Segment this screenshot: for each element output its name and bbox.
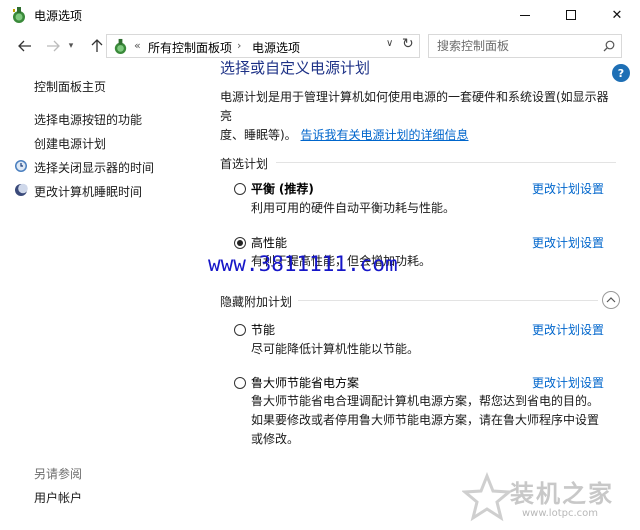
plan-radio-ludashi[interactable]: [234, 377, 246, 389]
sidebar-item-power-buttons[interactable]: 选择电源按钮的功能: [34, 111, 142, 128]
arrow-left-icon: [18, 40, 31, 52]
moon-icon: [15, 183, 28, 196]
plan-name-ludashi: 鲁大师节能省电方案: [251, 376, 360, 390]
address-bar[interactable]: « 所有控制面板项 › 电源选项 ∨ ↻: [106, 34, 420, 58]
refresh-icon[interactable]: ↻: [402, 36, 414, 52]
control-panel-icon: [114, 38, 127, 55]
sidebar-item-user-accounts[interactable]: 用户帐户: [34, 489, 82, 506]
plan-name-high-performance: 高性能: [251, 236, 288, 250]
maximize-icon: [566, 10, 576, 20]
page-title: 选择或自定义电源计划: [220, 59, 371, 77]
plan-name-power-saver: 节能: [251, 323, 276, 337]
recent-locations-button[interactable]: ▾: [64, 36, 78, 56]
see-also-heading: 另请参阅: [34, 467, 83, 481]
up-button[interactable]: [86, 36, 108, 56]
help-button[interactable]: ?: [612, 64, 630, 82]
group-divider: [298, 300, 598, 301]
watermark-site: www.lotpc.com: [522, 508, 598, 519]
address-dropdown-icon[interactable]: ∨: [386, 38, 393, 49]
plan-desc-balanced: 利用可用的硬件自动平衡功耗与性能。: [251, 201, 456, 215]
group-divider: [276, 162, 616, 163]
minimize-button[interactable]: [502, 0, 548, 30]
plan-radio-power-saver[interactable]: [234, 324, 246, 336]
sidebar-item-sleep-time[interactable]: 更改计算机睡眠时间: [34, 183, 142, 200]
watermark-logo: 装机之家 www.lotpc.com: [462, 472, 634, 526]
question-mark-icon: ?: [617, 66, 625, 80]
plan-radio-high-performance[interactable]: [234, 237, 246, 249]
monitor-clock-icon: [15, 160, 27, 172]
sidebar-item-create-plan[interactable]: 创建电源计划: [34, 135, 106, 152]
description-text-line2: 度、睡眠等)。: [220, 128, 297, 142]
change-plan-settings-ludashi[interactable]: 更改计划设置: [532, 374, 604, 391]
close-button[interactable]: ✕: [594, 0, 640, 30]
change-plan-settings-high-performance[interactable]: 更改计划设置: [532, 234, 604, 251]
change-plan-settings-power-saver[interactable]: 更改计划设置: [532, 321, 604, 338]
power-options-icon: [13, 7, 25, 23]
breadcrumb-power-options[interactable]: 电源选项: [252, 39, 300, 56]
collapse-hidden-plans-button[interactable]: [602, 291, 620, 309]
watermark-url: www.3811111.com: [208, 252, 398, 276]
watermark-brand: 装机之家: [510, 480, 614, 508]
breadcrumb-all-items[interactable]: 所有控制面板项: [148, 39, 232, 56]
title-bar: 电源选项 ✕: [0, 0, 640, 30]
breadcrumb-arrow: ›: [237, 39, 242, 52]
back-button[interactable]: [14, 36, 36, 56]
breadcrumb-overflow[interactable]: «: [134, 39, 141, 52]
chevron-up-icon: [606, 297, 616, 303]
star-logo-icon: [462, 472, 512, 522]
plan-radio-balanced[interactable]: [234, 183, 246, 195]
minimize-icon: [520, 14, 530, 16]
close-icon: ✕: [611, 7, 623, 23]
arrow-right-icon: [47, 40, 60, 52]
forward-button[interactable]: [42, 36, 64, 56]
plan-desc-ludashi: 鲁大师节能省电合理调配计算机电源方案，帮您达到省电的目的。如果要修改或者停用鲁大…: [251, 394, 600, 446]
sidebar-item-control-panel-home[interactable]: 控制面板主页: [34, 78, 106, 95]
search-box[interactable]: [428, 34, 622, 58]
search-input[interactable]: [429, 35, 599, 57]
page-description: 电源计划是用于管理计算机如何使用电源的一套硬件和系统设置(如显示器亮 度、睡眠等…: [220, 88, 620, 145]
description-text-line1: 电源计划是用于管理计算机如何使用电源的一套硬件和系统设置(如显示器亮: [220, 90, 609, 123]
plan-name-balanced: 平衡 (推荐): [251, 182, 314, 196]
maximize-button[interactable]: [548, 0, 594, 30]
window-title: 电源选项: [34, 9, 83, 23]
search-icon[interactable]: [603, 40, 615, 52]
chevron-down-icon: ▾: [68, 41, 74, 51]
change-plan-settings-balanced[interactable]: 更改计划设置: [532, 180, 604, 197]
plan-desc-power-saver: 尽可能降低计算机性能以节能。: [251, 342, 420, 356]
sidebar-item-display-off-time[interactable]: 选择关闭显示器的时间: [34, 159, 154, 176]
arrow-up-icon: [91, 39, 103, 52]
learn-more-link[interactable]: 告诉我有关电源计划的详细信息: [301, 128, 469, 142]
hidden-plans-heading: 隐藏附加计划: [220, 295, 293, 309]
preferred-plans-heading: 首选计划: [220, 157, 269, 171]
